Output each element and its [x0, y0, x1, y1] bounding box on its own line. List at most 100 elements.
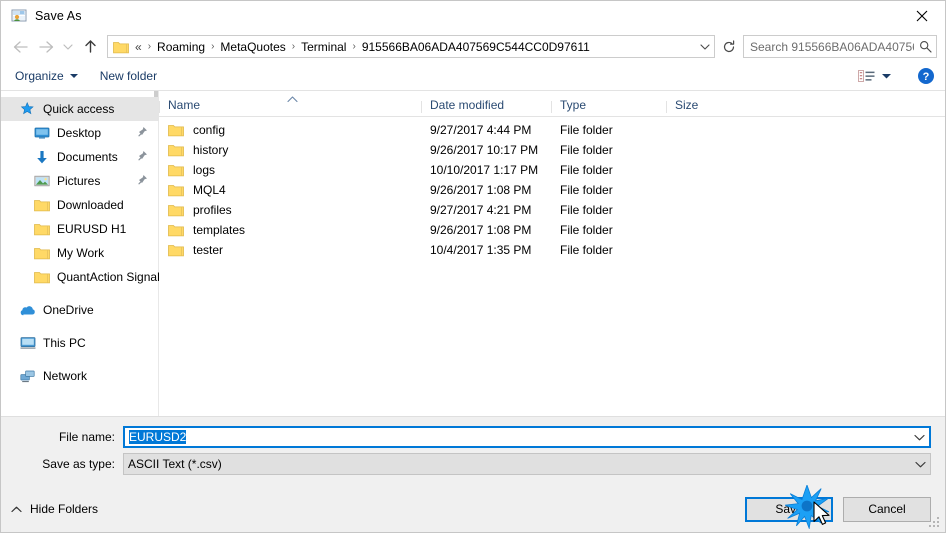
recent-locations-button[interactable]: [59, 35, 77, 59]
hide-folders-label: Hide Folders: [30, 502, 99, 516]
column-label: Name: [168, 98, 201, 112]
folder-icon: [113, 40, 129, 54]
save-as-type-row: Save as type: ASCII Text (*.csv): [1, 453, 945, 475]
breadcrumb-separator: ›: [211, 41, 215, 52]
up-arrow-icon: [84, 40, 96, 53]
file-name-field[interactable]: EURUSD2: [123, 426, 931, 448]
view-options-button[interactable]: [858, 69, 891, 83]
sidebar-item-my-work[interactable]: My Work: [1, 241, 159, 265]
file-list-pane: Name Date modified Type Size config 9/27…: [159, 91, 945, 416]
breadcrumb-item-1[interactable]: MetaQuotes: [218, 40, 287, 54]
save-as-type-dropdown-button[interactable]: [910, 461, 930, 468]
file-name-cell: logs: [159, 163, 421, 177]
sidebar-item-quantaction-signal[interactable]: QuantAction Signal: [1, 265, 159, 289]
breadcrumb-item-0[interactable]: Roaming: [155, 40, 207, 54]
address-bar[interactable]: « › Roaming › MetaQuotes › Terminal › 91…: [107, 35, 715, 58]
pin-icon[interactable]: [136, 174, 148, 187]
pin-icon[interactable]: [136, 150, 148, 163]
svg-text:?: ?: [923, 71, 930, 83]
hide-folders-button[interactable]: Hide Folders: [11, 502, 98, 516]
save-as-icon: [11, 8, 27, 24]
file-date-cell: 9/26/2017 1:08 PM: [430, 223, 532, 237]
chevron-down-icon: [913, 434, 925, 440]
save-button-label: Save: [775, 502, 803, 516]
sidebar-item-label: EURUSD H1: [57, 222, 127, 236]
cancel-button[interactable]: Cancel: [843, 496, 931, 522]
star-icon: [19, 101, 36, 117]
save-as-type-label: Save as type:: [42, 457, 115, 471]
folder-icon: [33, 245, 50, 261]
file-name-label: config: [193, 123, 226, 137]
chevron-down-icon: [63, 43, 73, 50]
sidebar-item-label: OneDrive: [43, 303, 94, 317]
file-type-cell: File folder: [560, 183, 613, 197]
table-row[interactable]: templates 9/26/2017 1:08 PM File folder: [159, 220, 945, 240]
file-name-dropdown-button[interactable]: [909, 434, 929, 441]
window-title: Save As: [35, 9, 82, 23]
command-toolbar: Organize New folder ?: [1, 62, 945, 91]
file-name-label: logs: [193, 163, 216, 177]
file-type-cell: File folder: [560, 203, 613, 217]
sidebar-item-documents[interactable]: Documents: [1, 145, 159, 169]
sidebar-item-label: My Work: [57, 246, 105, 260]
chevron-up-icon: [11, 506, 22, 513]
sidebar-item-label: Quick access: [43, 102, 115, 116]
file-name-label: tester: [193, 243, 224, 257]
table-row[interactable]: config 9/27/2017 4:44 PM File folder: [159, 120, 945, 140]
refresh-button[interactable]: [719, 35, 739, 58]
pin-icon[interactable]: [136, 126, 148, 139]
sidebar-item-desktop[interactable]: Desktop: [1, 121, 159, 145]
column-header-name[interactable]: Name: [159, 98, 421, 116]
breadcrumb-separator: ›: [352, 41, 356, 52]
table-row[interactable]: MQL4 9/26/2017 1:08 PM File folder: [159, 180, 945, 200]
sidebar-item-network[interactable]: Network: [1, 364, 159, 388]
column-header-date-modified[interactable]: Date modified: [421, 98, 551, 116]
navigation-bar: « › Roaming › MetaQuotes › Terminal › 91…: [1, 31, 945, 62]
back-button[interactable]: [7, 35, 33, 59]
file-name-label: MQL4: [193, 183, 226, 197]
close-button[interactable]: [899, 1, 945, 31]
sidebar-item-downloaded[interactable]: Downloaded: [1, 193, 159, 217]
breadcrumb-item-2[interactable]: Terminal: [299, 40, 348, 54]
file-type-cell: File folder: [560, 143, 613, 157]
folder-icon: [168, 143, 184, 157]
help-button[interactable]: ?: [917, 67, 935, 85]
breadcrumb-separator: ›: [147, 41, 152, 52]
sidebar-item-eurusd-h1[interactable]: EURUSD H1: [1, 217, 159, 241]
sidebar-item-quick-access[interactable]: Quick access: [1, 97, 159, 121]
this-pc-icon: [19, 335, 36, 351]
file-type-cell: File folder: [560, 163, 613, 177]
breadcrumb-item-3[interactable]: 915566BA06ADA407569C544CC0D97611: [360, 40, 592, 54]
organize-button[interactable]: Organize: [15, 69, 78, 83]
save-button[interactable]: Save: [745, 496, 833, 522]
file-date-cell: 10/4/2017 1:35 PM: [430, 243, 532, 257]
close-icon: [916, 10, 928, 22]
sidebar-item-label: QuantAction Signal: [57, 270, 159, 284]
column-header-size[interactable]: Size: [666, 98, 748, 116]
new-folder-button[interactable]: New folder: [100, 69, 157, 83]
sidebar-item-pictures[interactable]: Pictures: [1, 169, 159, 193]
table-row[interactable]: tester 10/4/2017 1:35 PM File folder: [159, 240, 945, 260]
file-name-input[interactable]: EURUSD2: [125, 430, 909, 444]
folder-icon: [168, 183, 184, 197]
sidebar-item-label: Network: [43, 369, 88, 383]
chevron-down-icon: [700, 43, 710, 50]
file-name-value: EURUSD2: [129, 430, 187, 444]
forward-button[interactable]: [33, 35, 59, 59]
table-row[interactable]: logs 10/10/2017 1:17 PM File folder: [159, 160, 945, 180]
sidebar-item-this-pc[interactable]: This PC: [1, 331, 159, 355]
file-name-cell: history: [159, 143, 421, 157]
table-row[interactable]: profiles 9/27/2017 4:21 PM File folder: [159, 200, 945, 220]
caret-down-icon: [882, 73, 891, 79]
search-input[interactable]: Search 915566BA06ADA40756...: [744, 40, 914, 54]
breadcrumb-prefix[interactable]: «: [133, 40, 144, 54]
sidebar-item-onedrive[interactable]: OneDrive: [1, 298, 159, 322]
table-row[interactable]: history 9/26/2017 10:17 PM File folder: [159, 140, 945, 160]
search-box[interactable]: Search 915566BA06ADA40756...: [743, 35, 937, 58]
address-dropdown-button[interactable]: [696, 43, 714, 51]
column-header-type[interactable]: Type: [551, 98, 666, 116]
folder-icon: [168, 243, 184, 257]
resize-grip[interactable]: [929, 517, 941, 529]
save-as-type-field[interactable]: ASCII Text (*.csv): [123, 453, 931, 475]
up-button[interactable]: [77, 35, 103, 59]
